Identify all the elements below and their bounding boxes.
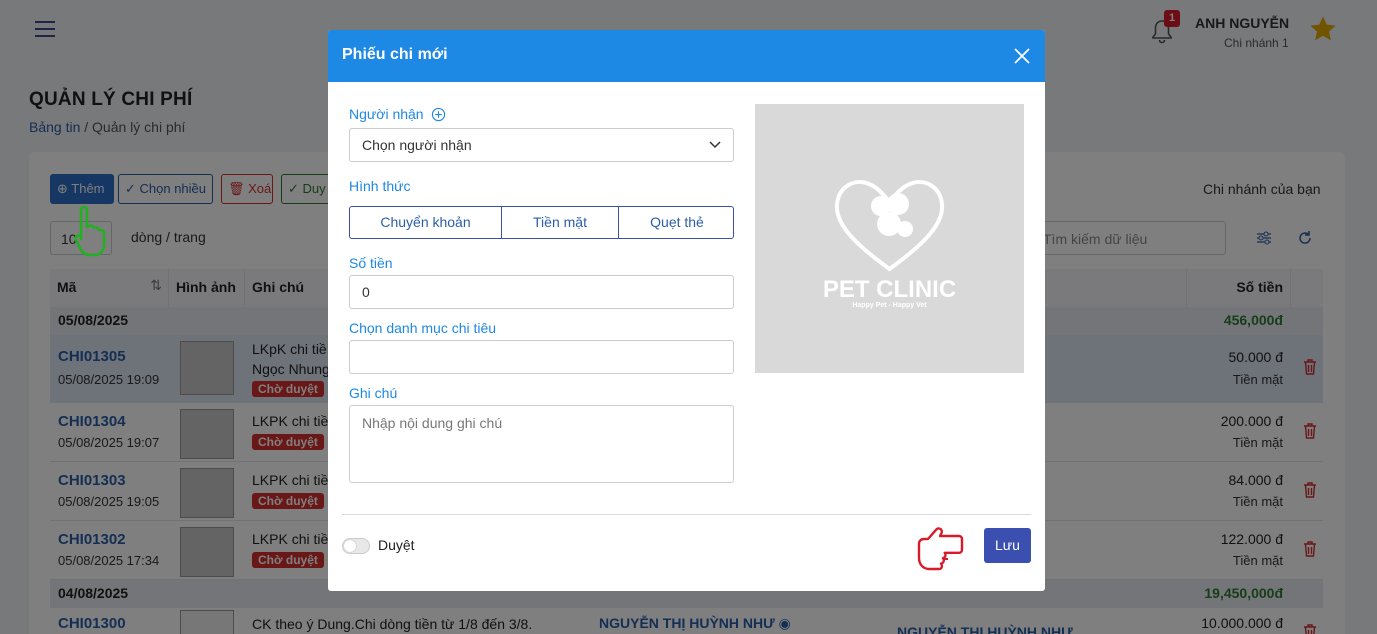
approve-toggle-label: Duyệt <box>378 537 415 553</box>
modal-title: Phiếu chi mới <box>342 46 448 63</box>
image-upload-preview[interactable]: PET CLINIC Happy Pet - Happy Vet <box>755 104 1024 373</box>
close-icon[interactable] <box>1013 47 1031 65</box>
amount-label: Số tiền <box>349 255 393 271</box>
recipient-placeholder: Chọn người nhận <box>362 137 472 153</box>
add-circle-icon[interactable] <box>431 107 446 122</box>
logo-text: PET CLINIC <box>823 276 956 303</box>
method-card-button[interactable]: Quẹt thẻ <box>619 207 733 238</box>
note-label: Ghi chú <box>349 385 398 401</box>
category-label: Chọn danh mục chi tiêu <box>349 320 497 336</box>
method-transfer-button[interactable]: Chuyển khoản <box>350 207 502 238</box>
amount-input[interactable]: 0 <box>349 275 734 309</box>
recipient-label-text: Người nhận <box>349 106 424 122</box>
modal-divider <box>342 514 1031 515</box>
method-label: Hình thức <box>349 178 411 194</box>
pet-clinic-logo: PET CLINIC Happy Pet - Happy Vet <box>823 180 956 309</box>
new-expense-modal: Phiếu chi mới Người nhận Chọn người nhận… <box>328 30 1045 591</box>
recipient-select[interactable]: Chọn người nhận <box>349 128 734 162</box>
pointing-hand-icon <box>917 527 964 571</box>
save-button[interactable]: Lưu <box>984 528 1031 563</box>
category-input[interactable] <box>349 340 734 374</box>
note-textarea[interactable]: Nhập nội dung ghi chú <box>349 405 734 483</box>
chevron-down-icon <box>709 141 721 149</box>
modal-header: Phiếu chi mới <box>328 30 1045 82</box>
recipient-label: Người nhận <box>349 106 446 122</box>
approve-toggle[interactable] <box>342 538 370 554</box>
logo-tagline: Happy Pet - Happy Vet <box>852 302 927 309</box>
pointer-hand-icon <box>74 205 106 257</box>
payment-method-segmented: Chuyển khoản Tiền mặt Quẹt thẻ <box>349 206 734 239</box>
method-cash-button[interactable]: Tiền mặt <box>502 207 619 238</box>
